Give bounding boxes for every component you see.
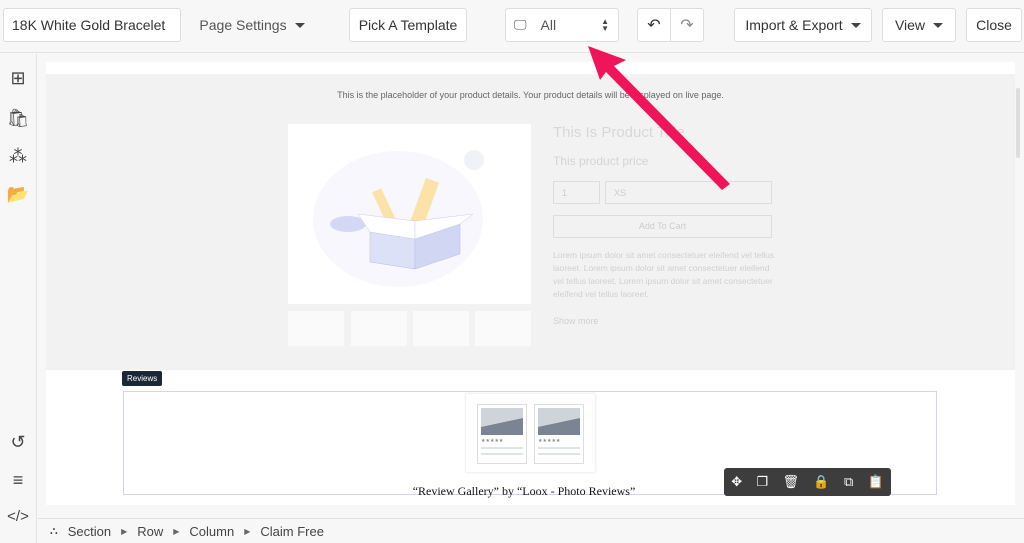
chevron-right-icon: ▶ (121, 526, 128, 536)
sitemap-icon: ⛬ (50, 524, 58, 537)
breadcrumb-column[interactable]: Column (189, 524, 234, 539)
chevron-right-icon: ▶ (173, 526, 180, 536)
breadcrumb: ⛬ Section ▶ Row ▶ Column ▶ Claim Free (38, 518, 1024, 543)
annotation-arrow (588, 46, 730, 190)
breadcrumb-claim-free[interactable]: Claim Free (260, 524, 324, 539)
breadcrumb-section[interactable]: Section (68, 524, 111, 539)
chevron-right-icon: ▶ (244, 526, 251, 536)
breadcrumb-row[interactable]: Row (137, 524, 163, 539)
